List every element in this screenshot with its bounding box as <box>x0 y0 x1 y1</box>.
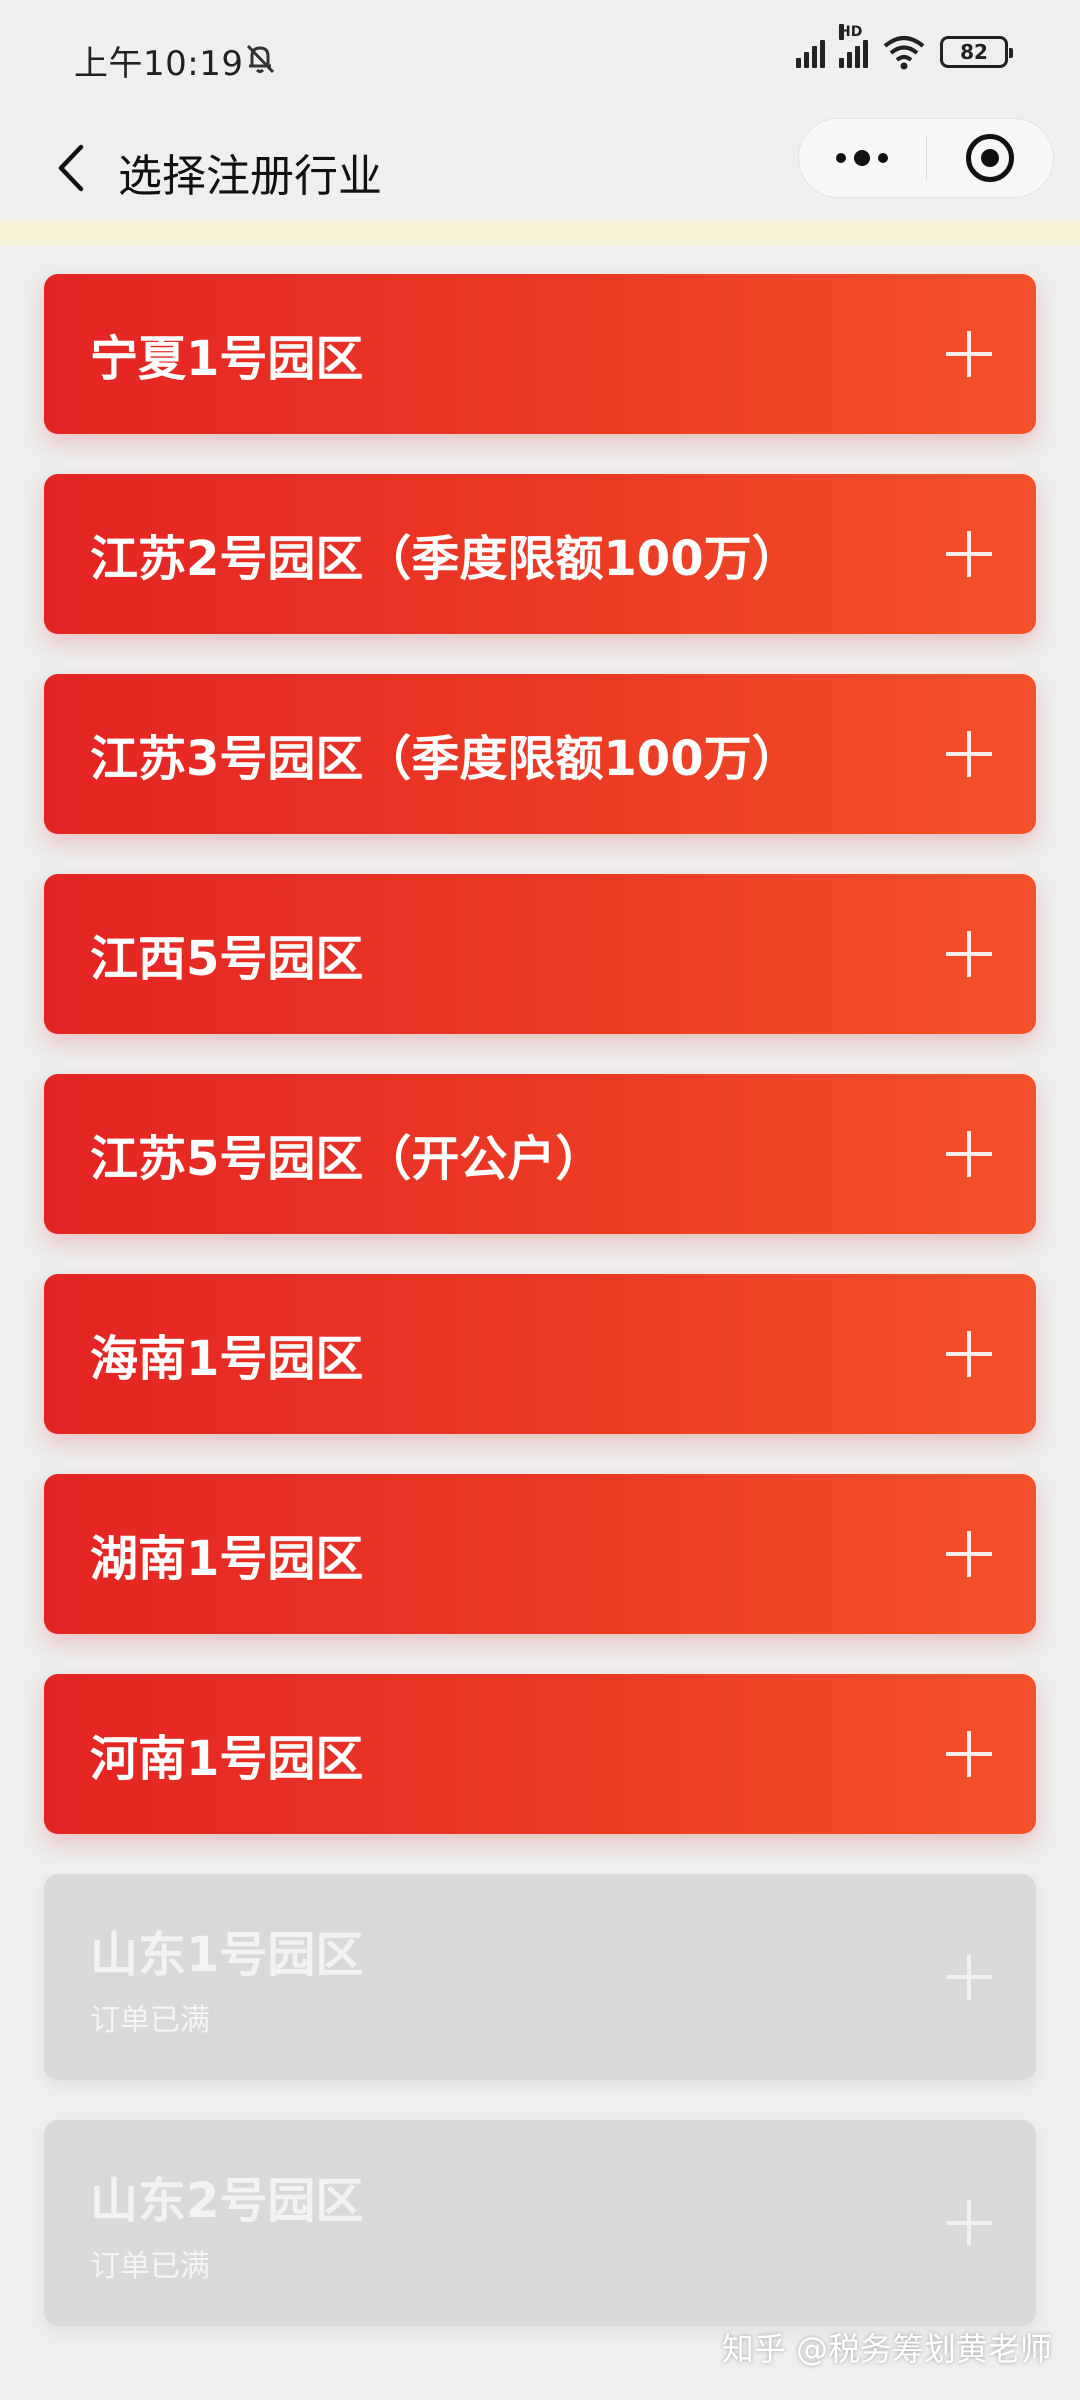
park-card[interactable]: 江西5号园区 <box>44 874 1036 1034</box>
park-card[interactable]: 湖南1号园区 <box>44 1474 1036 1634</box>
status-time: 上午10:19 <box>74 44 244 84</box>
park-name: 山东2号园区 <box>90 2173 364 2229</box>
more-dots-icon <box>836 150 889 166</box>
park-name: 海南1号园区 <box>90 1331 364 1387</box>
park-card[interactable]: 宁夏1号园区 <box>44 274 1036 434</box>
park-card[interactable]: 海南1号园区 <box>44 1274 1036 1434</box>
park-card[interactable]: 江苏2号园区（季度限额100万） <box>44 474 1036 634</box>
park-name: 湖南1号园区 <box>90 1531 364 1587</box>
park-status: 订单已满 <box>90 2003 210 2038</box>
page-title: 选择注册行业 <box>118 151 382 202</box>
park-card[interactable]: 江苏3号园区（季度限额100万） <box>44 674 1036 834</box>
battery-icon: 82 <box>940 36 1013 68</box>
park-status: 订单已满 <box>90 2249 210 2284</box>
back-button[interactable] <box>38 130 102 206</box>
park-card[interactable]: 河南1号园区 <box>44 1674 1036 1834</box>
plus-icon <box>946 2200 992 2246</box>
park-card-full: 山东2号园区 订单已满 <box>44 2120 1036 2326</box>
plus-icon[interactable] <box>946 1331 992 1377</box>
nav-bar: 选择注册行业 <box>0 118 1080 218</box>
plus-icon[interactable] <box>946 731 992 777</box>
more-button[interactable] <box>799 119 926 197</box>
bell-off-icon <box>246 44 275 74</box>
hd-label: HD <box>839 24 863 40</box>
status-bar: 上午10:19 HD 82 <box>0 0 1080 118</box>
plus-icon[interactable] <box>946 1731 992 1777</box>
park-name: 江苏2号园区（季度限额100万） <box>90 531 800 587</box>
mini-program-capsule <box>798 118 1054 198</box>
plus-icon[interactable] <box>946 331 992 377</box>
plus-icon[interactable] <box>946 931 992 977</box>
close-button[interactable] <box>927 119 1054 197</box>
park-name: 河南1号园区 <box>90 1731 364 1787</box>
signal-icon <box>796 36 825 68</box>
plus-icon[interactable] <box>946 531 992 577</box>
target-circle-icon <box>965 134 1014 182</box>
battery-level: 82 <box>960 40 988 64</box>
park-name: 宁夏1号园区 <box>90 331 364 387</box>
park-card-full: 山东1号园区 订单已满 <box>44 1874 1036 2080</box>
park-card[interactable]: 江苏5号园区（开公户） <box>44 1074 1036 1234</box>
park-name: 山东1号园区 <box>90 1927 364 1983</box>
wifi-icon <box>883 36 925 70</box>
chevron-left-icon <box>58 144 84 192</box>
plus-icon <box>946 1954 992 2000</box>
plus-icon[interactable] <box>946 1131 992 1177</box>
watermark: 知乎 @税务筹划黄老师 <box>721 2330 1052 2368</box>
plus-icon[interactable] <box>946 1531 992 1577</box>
status-icons: HD 82 <box>796 24 1013 70</box>
screen: 上午10:19 HD 82 选择注册行业 宁夏1号园区 江苏2号园区（季度限额1… <box>0 0 1080 2400</box>
notice-strip <box>0 220 1080 246</box>
park-name: 江西5号园区 <box>90 931 364 987</box>
park-name: 江苏5号园区（开公户） <box>90 1131 604 1187</box>
park-list: 宁夏1号园区 江苏2号园区（季度限额100万） 江苏3号园区（季度限额100万）… <box>44 274 1036 2366</box>
hd-signal-icon: HD <box>839 24 868 68</box>
park-name: 江苏3号园区（季度限额100万） <box>90 731 800 787</box>
